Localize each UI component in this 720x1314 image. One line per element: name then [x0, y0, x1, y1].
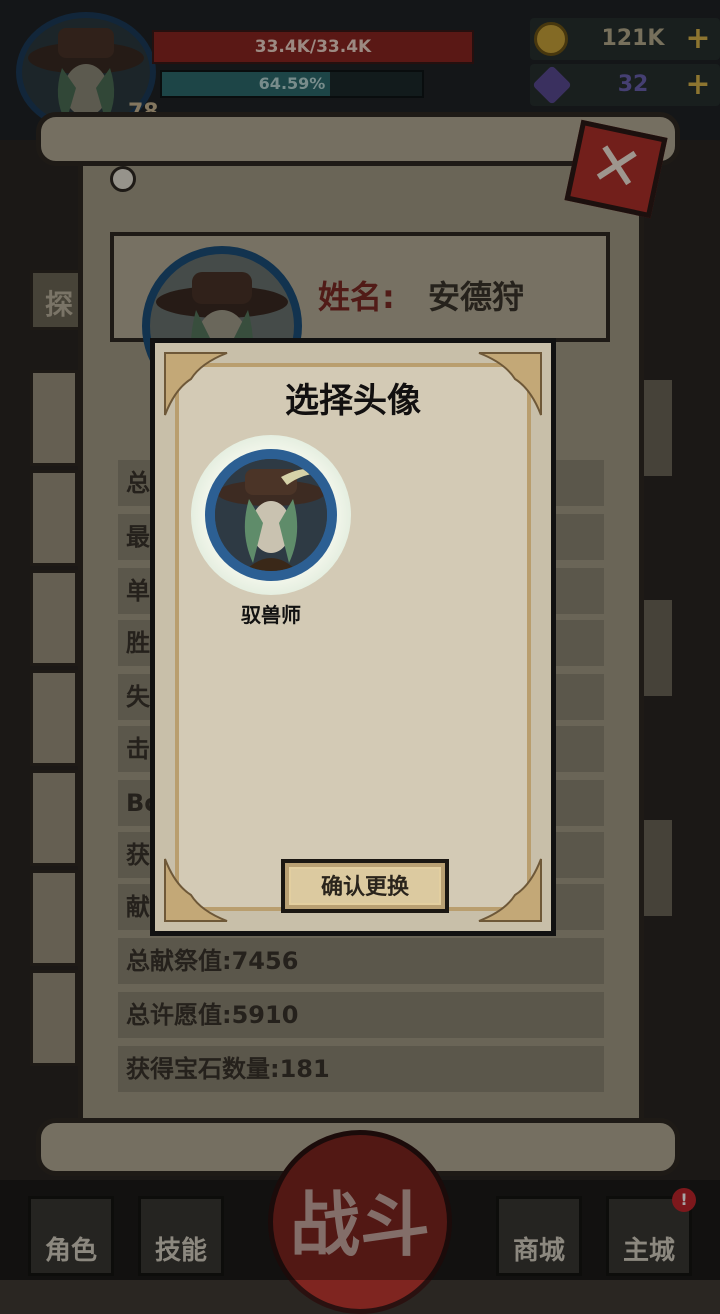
avatar-option-selected[interactable] [191, 435, 351, 595]
beast-tamer-avatar-icon [215, 459, 327, 571]
avatar-caption: 驭兽师 [241, 603, 301, 627]
avatar-frame [205, 449, 337, 581]
confirm-label: 确认更换 [320, 875, 409, 900]
confirm-button-face: 确认更换 [289, 867, 441, 905]
confirm-change-button[interactable]: 确认更换 [281, 859, 449, 913]
dialog-title: 选择头像 [285, 381, 421, 421]
ornament-corner-icon [478, 858, 542, 922]
ornament-corner-icon [164, 858, 228, 922]
dialog-panel [175, 363, 531, 911]
avatar-select-dialog: 选择头像 驭兽师 确认更换 [150, 338, 556, 936]
